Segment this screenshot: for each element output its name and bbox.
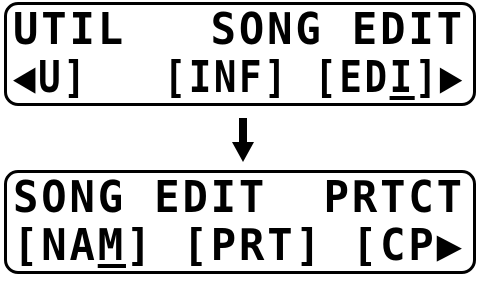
menu-item-nam[interactable]: [NAM <box>13 220 126 271</box>
arrow-down-icon <box>232 118 254 162</box>
lcd-screen-after: SONG EDIT PRTCT [NAM] [PRT] [CP▶ <box>4 170 476 274</box>
lcd-line-2: ◀U] [INF] [EDI]▶ <box>13 55 465 101</box>
lcd-line-2: [NAM] [PRT] [CP▶ <box>13 223 465 269</box>
cursor: M <box>97 220 126 271</box>
menu-items-rest[interactable]: ] [PRT] [CP▶ <box>126 220 465 271</box>
menu-item-edit-label-a: [ED <box>314 52 390 103</box>
menu-item-edit[interactable]: [EDI]▶ <box>314 52 465 103</box>
lcd-screen-before: UTIL SONG EDIT ◀U] [INF] [EDI]▶ <box>4 2 476 106</box>
menu-item-nam-label-a: [NA <box>13 220 98 271</box>
menu-item-inf[interactable]: [INF] <box>164 52 290 103</box>
lcd-line-1: SONG EDIT PRTCT <box>13 172 465 223</box>
menu-item-edit-label-b: ]▶ <box>414 52 465 103</box>
lcd-line-1: UTIL SONG EDIT <box>13 4 465 55</box>
menu-item-util[interactable]: ◀U] <box>13 52 88 103</box>
cursor: I <box>389 52 415 103</box>
